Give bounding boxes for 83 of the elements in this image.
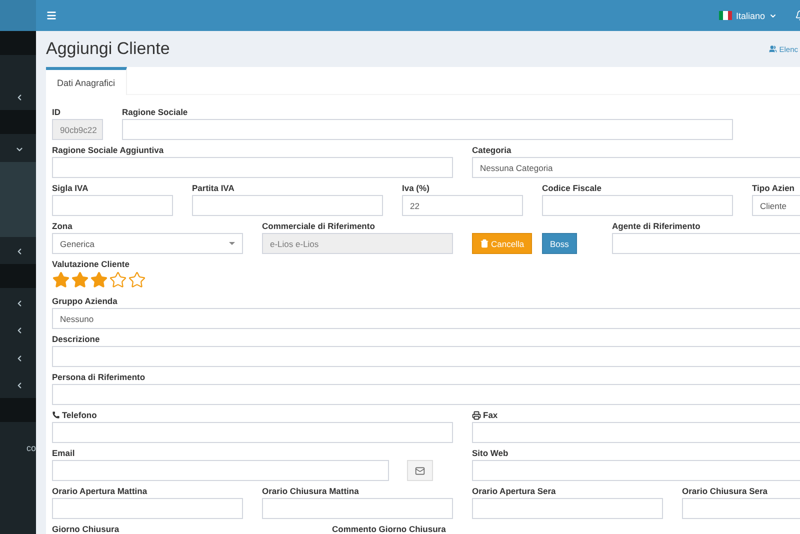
mail-button[interactable] xyxy=(407,460,433,481)
field-label: Ragione Sociale Aggiuntiva xyxy=(52,144,165,156)
field-label: Categoria xyxy=(472,144,512,156)
field-label: Agente di Riferimento xyxy=(612,220,702,232)
input-field[interactable] xyxy=(52,498,243,519)
chevron-left-icon xyxy=(15,93,24,102)
input-field[interactable] xyxy=(192,195,383,216)
field-label: Sigla IVA xyxy=(52,182,90,194)
select-field[interactable]: Cliente xyxy=(752,195,800,216)
tab[interactable]: Dati Anagrafici xyxy=(46,67,128,95)
input-field[interactable] xyxy=(472,422,800,443)
page-title: Aggiungi Cliente xyxy=(46,39,170,59)
input-field[interactable] xyxy=(472,498,663,519)
sidebar-item[interactable] xyxy=(0,370,36,398)
star-icon xyxy=(71,271,89,289)
field-label: Iva (%) xyxy=(402,182,430,194)
field-label: Orario Chiusura Sera xyxy=(682,485,769,497)
star-icon xyxy=(128,271,146,289)
chevron-left-icon xyxy=(15,247,24,256)
users-icon xyxy=(769,45,778,53)
menu-icon[interactable] xyxy=(46,10,57,21)
logo-bar xyxy=(0,0,36,31)
sidebar-item[interactable] xyxy=(0,288,36,316)
input-field[interactable] xyxy=(472,460,800,481)
select-field[interactable]: Nessuna Categoria xyxy=(472,157,800,178)
language-menu[interactable]: Italiano xyxy=(718,10,777,20)
star-icon xyxy=(52,271,70,289)
input-field[interactable] xyxy=(52,157,453,178)
field-label: Codice Fiscale xyxy=(542,182,603,194)
chevron-left-icon xyxy=(15,298,24,308)
field-label: Commento Giorno Chiusura xyxy=(332,523,447,534)
field-label: Tipo Azien xyxy=(752,182,796,194)
chevron-down-icon xyxy=(769,12,777,20)
input-field[interactable] xyxy=(52,422,453,443)
sidebar-header xyxy=(0,31,36,55)
field-label: Gruppo Azienda xyxy=(52,295,118,307)
sidebar-item[interactable] xyxy=(0,236,36,264)
boss-button[interactable]: Boss xyxy=(542,233,577,254)
input-field[interactable] xyxy=(52,460,389,481)
caret-icon xyxy=(229,242,235,245)
chevron-left-icon xyxy=(15,354,24,362)
sidebar-item[interactable] xyxy=(0,134,36,162)
printer-icon xyxy=(472,410,481,420)
select-field[interactable]: Nessuno xyxy=(52,308,800,329)
field-label: Email xyxy=(52,447,76,459)
field-label: Zona xyxy=(52,220,74,232)
star-icon xyxy=(109,271,127,289)
field-label: Fax xyxy=(472,409,800,421)
phone-icon xyxy=(52,411,60,419)
input-field[interactable] xyxy=(52,346,800,367)
field-label: Valutazione Cliente xyxy=(52,258,130,270)
select-field[interactable]: Generica xyxy=(52,233,243,254)
field-label: Orario Apertura Sera xyxy=(472,485,557,497)
field-label: Telefono xyxy=(52,409,453,421)
mail-icon xyxy=(415,466,425,476)
sidebar-item[interactable]: co xyxy=(0,422,36,482)
field-label: ID xyxy=(52,106,62,118)
trash-icon xyxy=(480,239,489,248)
sidebar-header xyxy=(0,264,36,288)
field-label: Persona di Riferimento xyxy=(52,371,146,383)
field-label: Partita IVA xyxy=(192,182,236,194)
field-label: Sito Web xyxy=(472,447,510,459)
input-field[interactable] xyxy=(262,498,453,519)
chevron-left-icon xyxy=(15,381,24,390)
input-field[interactable] xyxy=(612,233,800,254)
flag-icon xyxy=(718,11,732,20)
chevron-left-icon xyxy=(15,326,24,335)
sidebar-header xyxy=(0,398,36,422)
input-field[interactable] xyxy=(52,384,800,405)
field-label: Descrizione xyxy=(52,333,101,345)
sidebar-header xyxy=(0,110,36,134)
input-field[interactable]: 22 xyxy=(402,195,523,216)
field-label: Commerciale di Riferimento xyxy=(262,220,376,232)
star-icon xyxy=(90,271,108,289)
input-field[interactable] xyxy=(52,195,173,216)
field-label: Ragione Sociale xyxy=(122,106,189,118)
field-label: Orario Chiusura Mattina xyxy=(262,485,360,497)
sidebar-item[interactable] xyxy=(0,162,36,236)
field-label: Orario Apertura Mattina xyxy=(52,485,148,497)
field-label: Giorno Chiusura xyxy=(52,523,120,534)
sidebar-item[interactable] xyxy=(0,55,36,110)
input-field[interactable] xyxy=(542,195,733,216)
input-field[interactable] xyxy=(122,119,733,140)
